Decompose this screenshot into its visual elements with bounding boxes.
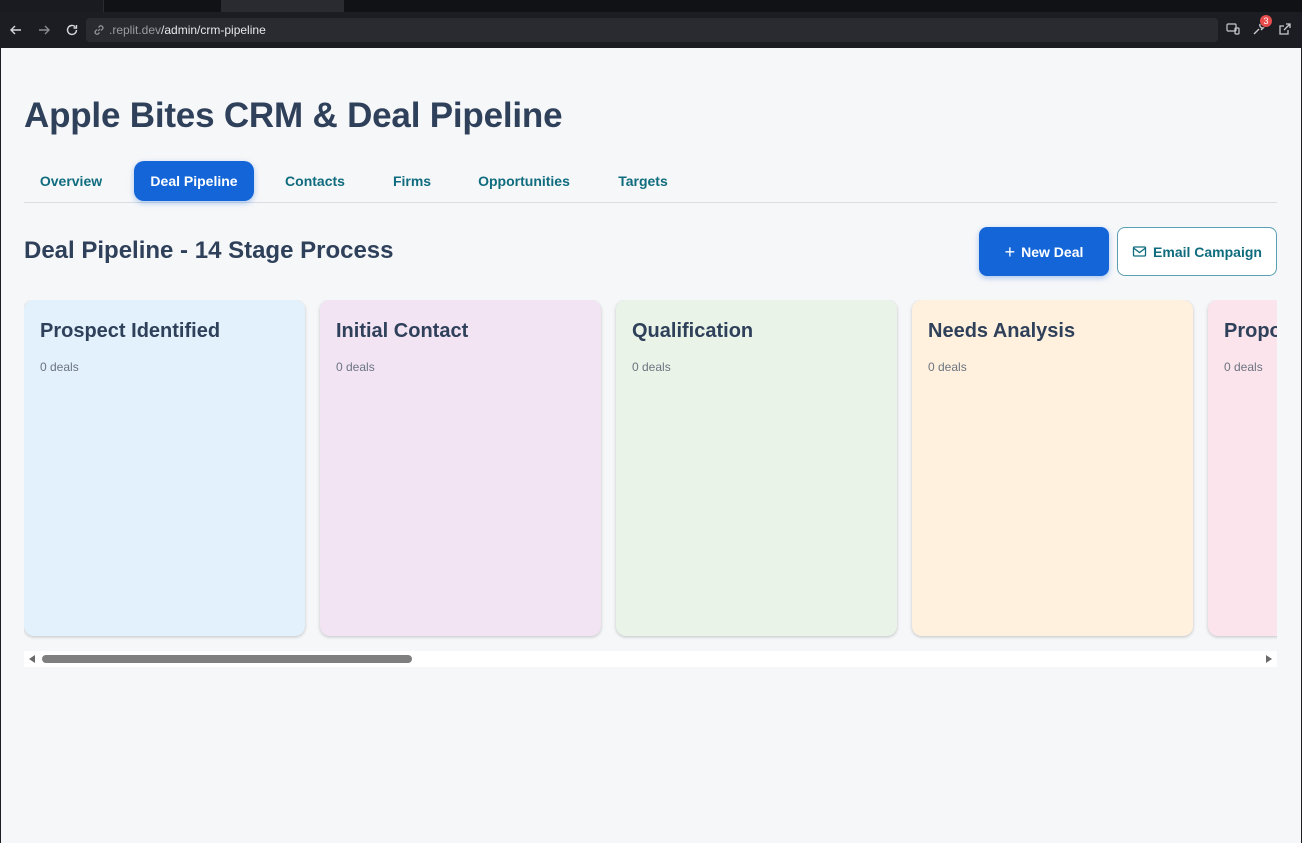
open-external-button[interactable] xyxy=(1276,20,1294,38)
new-deal-button[interactable]: + New Deal xyxy=(979,227,1109,276)
section-title: Deal Pipeline - 14 Stage Process xyxy=(24,237,394,264)
tab-firms[interactable]: Firms xyxy=(382,161,442,201)
stage-title: Qualification xyxy=(632,320,754,342)
stage-title: Initial Contact xyxy=(336,320,469,342)
browser-tab-strip xyxy=(0,0,1302,12)
horizontal-scrollbar[interactable] xyxy=(24,651,1277,667)
scroll-left-icon[interactable] xyxy=(29,655,35,663)
tab-overview[interactable]: Overview xyxy=(24,161,118,201)
email-campaign-button[interactable]: Email Campaign xyxy=(1117,227,1277,276)
arrow-right-icon xyxy=(39,25,50,35)
stage-column[interactable]: Proposal 0 deals xyxy=(1208,300,1277,636)
stage-title: Needs Analysis xyxy=(928,320,1076,342)
stage-column[interactable]: Initial Contact 0 deals xyxy=(320,300,601,636)
devices-icon xyxy=(1226,23,1240,35)
pipeline-board: Prospect Identified 0 deals Initial Cont… xyxy=(24,300,1277,640)
page-title: Apple Bites CRM & Deal Pipeline xyxy=(24,96,563,135)
back-button[interactable] xyxy=(6,20,26,40)
stage-deal-count: 0 deals xyxy=(928,360,967,374)
notification-badge: 3 xyxy=(1260,15,1272,27)
stage-title: Prospect Identified xyxy=(40,320,221,342)
browser-toolbar: .replit.dev/admin/crm-pipeline 3 xyxy=(0,12,1302,48)
new-deal-label: New Deal xyxy=(1021,243,1084,260)
link-icon xyxy=(94,25,104,35)
stage-title: Proposal xyxy=(1224,320,1277,342)
stage-deal-count: 0 deals xyxy=(1224,360,1263,374)
browser-tab[interactable] xyxy=(0,0,104,12)
reload-icon xyxy=(66,24,78,36)
browser-tab[interactable] xyxy=(104,0,222,12)
stage-column[interactable]: Needs Analysis 0 deals xyxy=(912,300,1193,636)
stage-deal-count: 0 deals xyxy=(40,360,79,374)
mail-icon xyxy=(1132,246,1147,257)
arrow-left-icon xyxy=(10,25,21,35)
browser-tab[interactable] xyxy=(222,0,344,12)
address-bar[interactable]: .replit.dev/admin/crm-pipeline xyxy=(86,18,1218,42)
scroll-right-icon[interactable] xyxy=(1266,655,1272,663)
forward-button[interactable] xyxy=(34,20,54,40)
url-text: .replit.dev/admin/crm-pipeline xyxy=(109,23,266,37)
reload-button[interactable] xyxy=(62,20,82,40)
stage-column[interactable]: Prospect Identified 0 deals xyxy=(24,300,305,636)
stage-deal-count: 0 deals xyxy=(336,360,375,374)
browser-actions: 3 xyxy=(1224,15,1294,38)
scrollbar-thumb[interactable] xyxy=(42,655,412,663)
stage-column[interactable]: Qualification 0 deals xyxy=(616,300,897,636)
section-tabs: Overview Deal Pipeline Contacts Firms Op… xyxy=(24,161,1277,203)
page-content: Apple Bites CRM & Deal Pipeline Overview… xyxy=(1,48,1301,843)
devices-button[interactable] xyxy=(1224,20,1242,38)
email-campaign-label: Email Campaign xyxy=(1153,243,1262,260)
tab-deal-pipeline[interactable]: Deal Pipeline xyxy=(134,161,254,201)
stage-deal-count: 0 deals xyxy=(632,360,671,374)
external-link-icon xyxy=(1279,23,1291,35)
tab-contacts[interactable]: Contacts xyxy=(272,161,358,201)
tab-opportunities[interactable]: Opportunities xyxy=(468,161,580,201)
plus-icon: + xyxy=(1004,241,1016,262)
tab-targets[interactable]: Targets xyxy=(608,161,678,201)
extensions-button[interactable]: 3 xyxy=(1250,15,1272,38)
